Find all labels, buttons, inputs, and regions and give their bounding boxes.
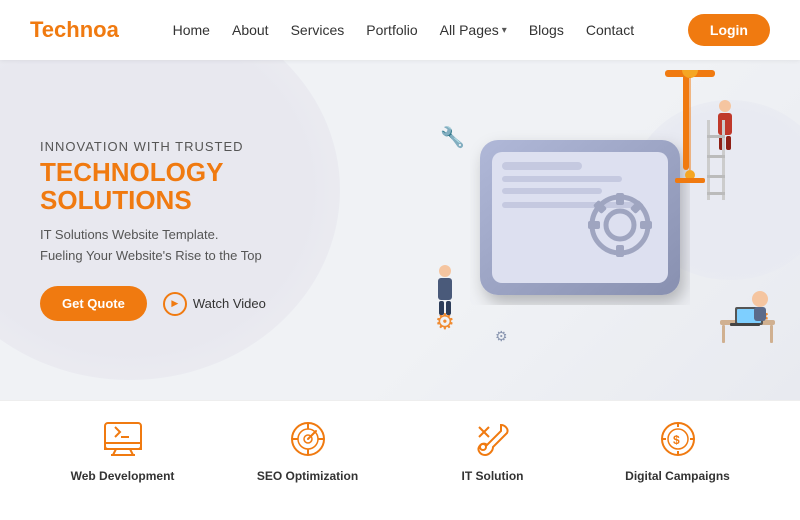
gear-decoration-small: ⚙	[495, 328, 508, 345]
service-label-it-solution: IT Solution	[462, 469, 524, 483]
nav-item-home[interactable]: Home	[173, 22, 210, 38]
nav-item-about[interactable]: About	[232, 22, 269, 38]
person-illustration-1	[438, 265, 452, 315]
hero-section: INNOVATION WITH TRUSTED TECHNOLOGY SOLUT…	[0, 60, 800, 400]
navbar: Technoa Home About Services Portfolio Al…	[0, 0, 800, 60]
hero-content: INNOVATION WITH TRUSTED TECHNOLOGY SOLUT…	[40, 139, 380, 322]
wrench-decoration: 🔧	[440, 125, 465, 150]
brand-logo: Technoa	[30, 17, 119, 43]
get-quote-button[interactable]: Get Quote	[40, 286, 147, 321]
hero-actions: Get Quote ▶ Watch Video	[40, 286, 380, 321]
nav-item-all-pages[interactable]: All Pages ▾	[440, 22, 507, 38]
web-dev-icon	[103, 421, 143, 463]
service-item-web-dev: Web Development	[30, 421, 215, 483]
service-item-it-solution: IT Solution	[400, 421, 585, 483]
service-label-seo: SEO Optimization	[257, 469, 358, 483]
service-item-seo: SEO Optimization	[215, 421, 400, 483]
chevron-down-icon: ▾	[502, 25, 507, 36]
person-illustration-3	[710, 285, 780, 350]
crane-illustration	[655, 70, 725, 200]
hero-illustration: ⚙ ⚙ ⚙	[410, 70, 780, 390]
nav-item-portfolio[interactable]: Portfolio	[366, 22, 417, 38]
nav-item-contact[interactable]: Contact	[586, 22, 634, 38]
play-icon: ▶	[163, 292, 187, 316]
services-bar: Web Development SEO Optimization	[0, 400, 800, 520]
login-button[interactable]: Login	[688, 14, 770, 46]
service-label-web-dev: Web Development	[71, 469, 175, 483]
nav-item-blogs[interactable]: Blogs	[529, 22, 564, 38]
svg-text:$: $	[673, 433, 680, 447]
service-label-digital-campaigns: Digital Campaigns	[625, 469, 730, 483]
digital-campaigns-icon: $	[658, 421, 698, 463]
hero-subheading: INNOVATION WITH TRUSTED	[40, 139, 380, 154]
hero-description: IT Solutions Website Template. Fueling Y…	[40, 225, 380, 267]
watch-video-link[interactable]: ▶ Watch Video	[163, 292, 266, 316]
seo-icon	[288, 421, 328, 463]
it-solution-icon	[473, 421, 513, 463]
service-item-digital-campaigns: $ Digital Campaigns	[585, 421, 770, 483]
nav-item-services[interactable]: Services	[291, 22, 345, 38]
nav-links: Home About Services Portfolio All Pages …	[173, 22, 634, 38]
hero-main-heading: TECHNOLOGY SOLUTIONS	[40, 158, 380, 215]
